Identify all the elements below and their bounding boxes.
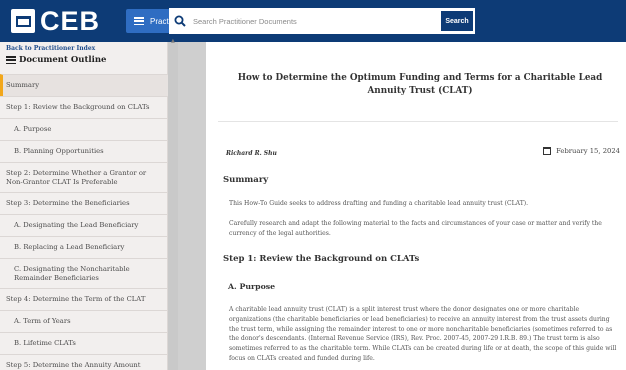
list-icon xyxy=(6,56,16,64)
search-bar xyxy=(169,8,475,34)
outline-item-label: Step 3: Determine the Beneficiaries xyxy=(6,199,130,208)
calendar-icon xyxy=(543,147,552,155)
outline-item-label: Step 2: Determine Whether a Grantor or N… xyxy=(6,169,147,186)
divider xyxy=(218,121,618,122)
outline-item-label: Step 4: Determine the Term of the CLAT xyxy=(6,295,146,304)
sidebar-scrollbar[interactable] xyxy=(168,42,178,370)
publish-date: February 15, 2024 xyxy=(543,147,620,155)
search-button[interactable]: Search xyxy=(441,11,473,31)
page-margin xyxy=(178,42,206,370)
top-bar: CEB Practitioner Search xyxy=(0,0,626,42)
outline-item-label: B. Replacing a Lead Beneficiary xyxy=(14,243,125,252)
search-icon[interactable] xyxy=(169,8,191,34)
ceb-logo[interactable]: CEB xyxy=(0,5,101,36)
outline-item-label: B. Planning Opportunities xyxy=(14,147,104,156)
outline-item-label: A. Term of Years xyxy=(14,317,71,326)
outline-title: Document Outline xyxy=(19,55,107,65)
outline-item-step5[interactable]: Step 5: Determine the Annuity Amount xyxy=(0,354,168,370)
document-title: How to Determine the Optimum Funding and… xyxy=(237,73,603,96)
outline-item-noncharitable[interactable]: C. Designating the Noncharitable Remaind… xyxy=(0,258,168,288)
outline-item-label: Step 1: Review the Background on CLATs xyxy=(6,103,150,112)
outline-item-step3[interactable]: Step 3: Determine the Beneficiaries xyxy=(0,192,168,214)
author-name: Richard R. Shu xyxy=(226,150,277,157)
outline-item-step1[interactable]: Step 1: Review the Background on CLATs xyxy=(0,96,168,118)
outline-item-label: C. Designating the Noncharitable Remaind… xyxy=(14,265,130,282)
search-input[interactable] xyxy=(191,9,475,33)
outline-item-planning[interactable]: B. Planning Opportunities xyxy=(0,140,168,162)
outline-item-label: Summary xyxy=(6,81,40,90)
logo-text: CEB xyxy=(40,5,101,36)
step1-heading: Step 1: Review the Background on CLATs xyxy=(223,254,420,264)
date-text: February 15, 2024 xyxy=(556,147,620,155)
document-content: How to Determine the Optimum Funding and… xyxy=(206,42,626,370)
purpose-paragraph: A charitable lead annuity trust (CLAT) i… xyxy=(229,306,617,362)
back-to-index-link[interactable]: Back to Practitioner Index xyxy=(6,45,95,52)
outline-item-summary[interactable]: Summary xyxy=(0,74,168,96)
outline-item-lead-beneficiary[interactable]: A. Designating the Lead Beneficiary xyxy=(0,214,168,236)
outline-heading: Document Outline xyxy=(6,55,106,65)
outline-item-step2[interactable]: Step 2: Determine Whether a Grantor or N… xyxy=(0,162,168,192)
outline-item-label: A. Purpose xyxy=(14,125,52,134)
summary-paragraph-2: Carefully research and adapt the followi… xyxy=(229,220,602,237)
outline-item-step4[interactable]: Step 4: Determine the Term of the CLAT xyxy=(0,288,168,310)
outline-item-purpose[interactable]: A. Purpose xyxy=(0,118,168,140)
summary-paragraph-1: This How-To Guide seeks to address draft… xyxy=(229,200,529,207)
book-icon xyxy=(11,9,35,33)
outline-item-lifetime[interactable]: B. Lifetime CLATs xyxy=(0,332,168,354)
purpose-heading: A. Purpose xyxy=(228,282,276,291)
outline-item-label: B. Lifetime CLATs xyxy=(14,339,76,348)
summary-heading: Summary xyxy=(223,175,269,185)
scroll-up-arrow-icon[interactable]: ▲ xyxy=(171,38,175,44)
outline-item-term-of-years[interactable]: A. Term of Years xyxy=(0,310,168,332)
menu-icon xyxy=(134,17,145,25)
outline-item-replacing-lead[interactable]: B. Replacing a Lead Beneficiary xyxy=(0,236,168,258)
document-outline-sidebar: Back to Practitioner Index Document Outl… xyxy=(0,42,168,370)
outline-item-label: Step 5: Determine the Annuity Amount xyxy=(6,361,141,370)
outline-item-label: A. Designating the Lead Beneficiary xyxy=(14,221,139,230)
